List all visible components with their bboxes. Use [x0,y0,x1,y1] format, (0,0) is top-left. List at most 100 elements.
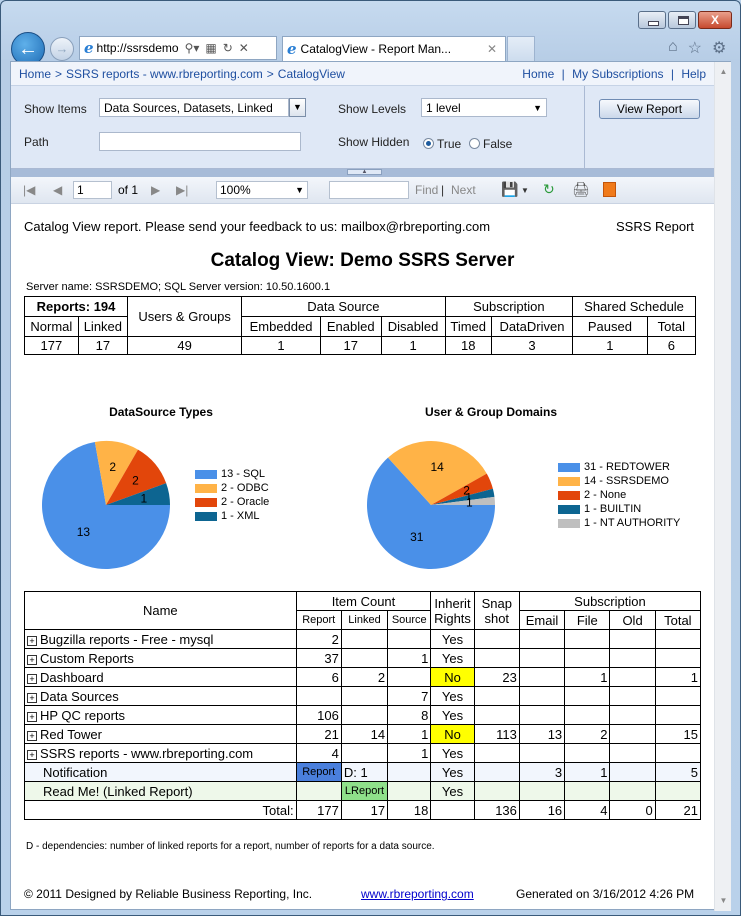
address-url[interactable]: http://ssrsdemo [97,41,179,55]
pie-data-label: 1 [140,491,147,505]
minimize-button[interactable] [638,11,666,29]
scroll-down-icon[interactable]: ▼ [715,893,732,909]
radio-false[interactable] [469,138,480,149]
path-input[interactable] [99,132,301,151]
refresh-icon[interactable]: ↻ [223,41,233,55]
close-button[interactable]: X [698,11,732,29]
expand-plus-icon[interactable]: + [27,711,37,722]
val-users-groups: 49 [127,336,243,355]
name-header[interactable]: Name [24,591,297,630]
val-disabled: 1 [380,336,446,355]
report-body: Catalog View report. Please send your fe… [11,205,714,911]
breadcrumb-home[interactable]: Home [19,67,51,81]
expand-plus-icon[interactable]: + [27,635,37,646]
show-hidden-label: Show Hidden [338,135,410,149]
collapse-toggle[interactable]: ▲ [347,169,382,175]
breadcrumb-folder[interactable]: SSRS reports - www.rbreporting.com [66,67,263,81]
home-link[interactable]: Home [522,67,554,81]
expand-plus-icon[interactable]: + [27,692,37,703]
vertical-scrollbar[interactable]: ▲ ▼ [714,62,731,911]
expand-plus-icon[interactable]: + [27,654,37,665]
breadcrumb-current[interactable]: CatalogView [278,67,345,81]
last-page-icon[interactable]: ▶| [176,183,188,197]
previous-page-icon[interactable]: ◀ [53,183,62,197]
help-link[interactable]: Help [681,67,706,81]
item-name-cell[interactable]: + Red Tower [24,724,297,744]
expand-plus-icon[interactable]: + [27,673,37,684]
source-cell: 1 [387,743,432,763]
view-report-button[interactable]: View Report [599,99,700,119]
refresh-report-icon[interactable]: ↻ [543,181,555,198]
my-subscriptions-link[interactable]: My Subscriptions [572,67,663,81]
show-levels-dropdown[interactable]: 1 level ▼ [421,98,547,117]
total-cell: 5 [654,762,702,782]
radio-true[interactable] [423,138,434,149]
address-bar[interactable]: e http://ssrsdemo ⚲▾ ▦ ↻ ✕ [79,36,277,60]
settings-gear-icon[interactable]: ⚙ [712,38,726,58]
report-cell: 21 [295,724,342,744]
find-input[interactable] [329,181,409,199]
email-col-header: Email [518,610,566,630]
scroll-up-icon[interactable]: ▲ [715,64,732,80]
linked-cell: 14 [340,724,389,744]
report-cell [295,686,342,706]
table-row: + Data Sources 7 Yes [24,686,702,706]
legend-swatch [195,497,217,507]
source-col-header: Source [387,610,432,630]
legend-label: 2 - ODBC [221,482,269,494]
browser-tab[interactable]: e CatalogView - Report Man... ✕ [282,36,506,61]
next-link[interactable]: Next [451,183,476,197]
chevron-down-icon[interactable]: ▼ [289,98,306,117]
item-name-cell[interactable]: + Data Sources [24,686,297,706]
first-page-icon[interactable]: |◀ [23,183,35,197]
show-hidden-false-option[interactable]: False [469,137,512,151]
legend-label: 31 - REDTOWER [584,461,670,473]
total-cell [654,648,702,668]
link-divider: | [561,66,565,81]
next-page-icon[interactable]: ▶ [151,183,160,197]
item-name-cell[interactable]: + SSRS reports - www.rbreporting.com [24,743,297,763]
item-name-cell[interactable]: + Dashboard [24,667,297,687]
total-linked: 17 [340,800,389,820]
item-name-cell[interactable]: + Custom Reports [24,648,297,668]
page-count: of 1 [118,183,139,197]
item-name: HP QC reports [40,707,126,723]
new-tab-button[interactable] [507,36,535,61]
favorites-star-icon[interactable]: ☆ [688,38,702,58]
print-icon[interactable]: 🖨 [572,181,590,198]
expand-plus-icon[interactable]: + [27,730,37,741]
total-cell [654,743,702,763]
show-hidden-true-option[interactable]: True [423,137,461,151]
total-source: 18 [387,800,432,820]
report-cell: 4 [295,743,342,763]
compatibility-view-icon[interactable]: ▦ [205,41,216,55]
item-name-cell[interactable]: + HP QC reports [24,705,297,725]
item-name-cell: Read Me! (Linked Report) [24,781,297,801]
total-col-header: Total [654,610,702,630]
legend-swatch [558,518,580,528]
stop-icon[interactable]: ✕ [239,41,249,55]
search-icon[interactable]: ⚲▾ [185,41,200,55]
home-icon[interactable]: ⌂ [668,38,678,58]
item-name-cell[interactable]: + Bugzilla reports - Free - mysql [24,629,297,649]
expand-plus-icon[interactable]: + [27,749,37,760]
zoom-dropdown[interactable]: 100% ▼ [216,181,308,199]
data-feed-icon[interactable] [603,182,616,197]
inherit-cell: Yes [430,648,475,668]
page-number-input[interactable] [73,181,112,199]
export-dropdown-icon[interactable]: ▼ [521,186,529,195]
ie-tab-icon: e [287,40,297,58]
website-link[interactable]: www.rbreporting.com [361,887,474,901]
source-cell [387,781,432,801]
pie-data-label: 2 [132,473,139,487]
inherit-cell: No [430,667,475,687]
linked-cell: LReport [340,781,389,801]
maximize-button[interactable] [668,11,696,29]
legend-item: 1 - NT AUTHORITY [558,516,680,530]
export-save-icon[interactable]: 💾 [501,181,518,198]
find-link[interactable]: Find [415,183,438,197]
source-cell: 1 [387,648,432,668]
show-items-dropdown[interactable]: Data Sources, Datasets, Linked [99,98,289,117]
forward-button[interactable]: → [50,37,74,61]
tab-close-icon[interactable]: ✕ [487,42,497,56]
